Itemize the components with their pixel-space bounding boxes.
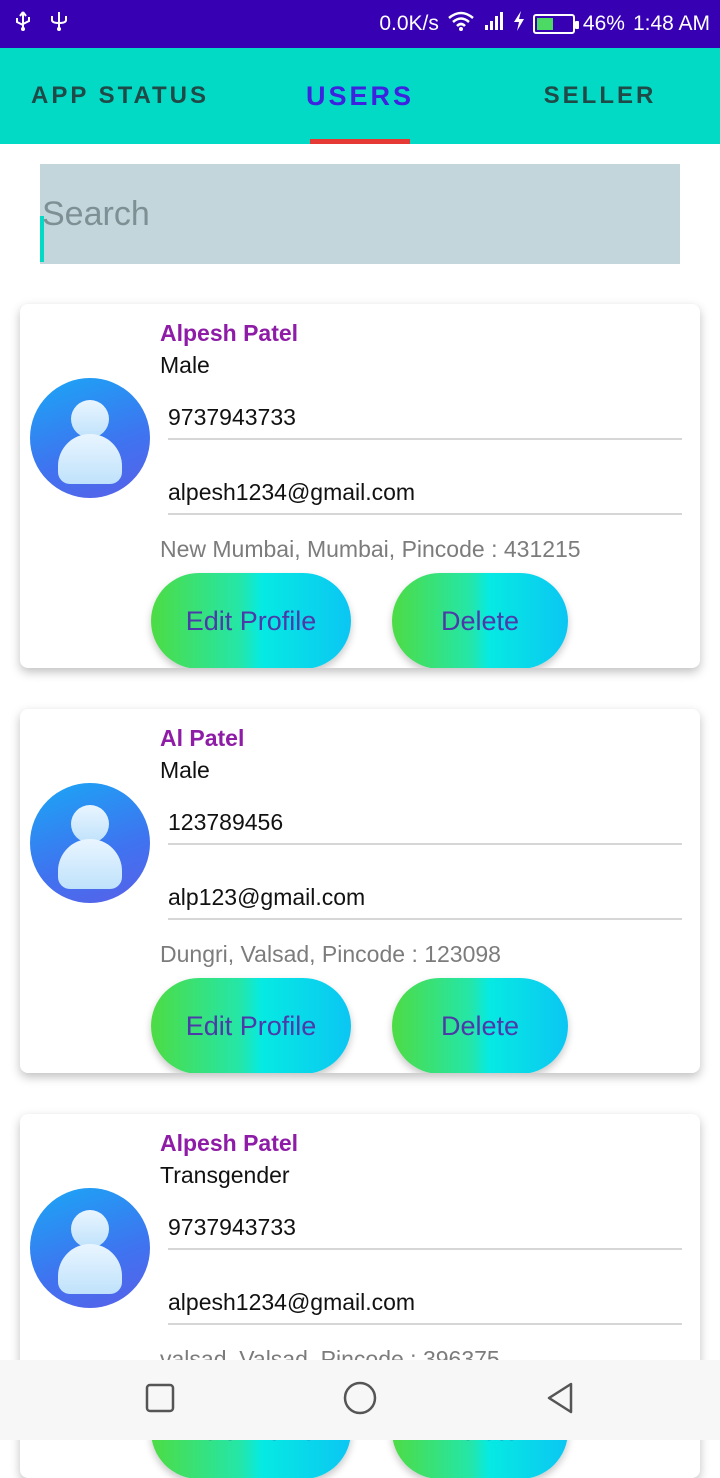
edit-profile-button[interactable]: Edit Profile — [151, 573, 351, 668]
delete-button[interactable]: Delete — [392, 978, 568, 1073]
email-field[interactable]: alp123@gmail.com — [168, 880, 682, 920]
status-bar: 0.0K/s 46% 1:48 AM — [0, 0, 720, 48]
user-gender: Transgender — [160, 1162, 290, 1188]
battery-level — [536, 18, 553, 30]
user-card: Alpesh Patel Male 9737943733 alpesh1234@… — [20, 304, 700, 668]
search-box[interactable] — [40, 164, 680, 264]
phone-field[interactable]: 9737943733 — [168, 1210, 682, 1250]
battery-percent: 46% — [582, 12, 625, 35]
net-speed: 0.0K/s — [379, 12, 439, 35]
back-button[interactable] — [520, 1360, 600, 1440]
avatar-icon — [30, 783, 150, 903]
system-nav-bar — [0, 1360, 720, 1440]
circle-icon — [342, 1380, 378, 1421]
tab-app-status[interactable]: APP STATUS — [0, 48, 240, 144]
recents-button[interactable] — [120, 1360, 200, 1440]
edit-profile-button[interactable]: Edit Profile — [151, 978, 351, 1073]
tab-seller[interactable]: SELLER — [480, 48, 720, 144]
tab-bar: APP STATUS USERS SELLER — [0, 48, 720, 144]
clock: 1:48 AM — [632, 12, 710, 35]
square-icon — [145, 1383, 175, 1418]
wifi-icon — [447, 10, 475, 38]
email-field[interactable]: alpesh1234@gmail.com — [168, 475, 682, 515]
avatar-icon — [30, 378, 150, 498]
home-button[interactable] — [320, 1360, 400, 1440]
avatar-icon — [30, 1188, 150, 1308]
signal-icon — [483, 10, 505, 38]
user-name: Alpesh Patel — [160, 320, 299, 346]
status-left-icons — [12, 10, 70, 38]
delete-button[interactable]: Delete — [392, 573, 568, 668]
text-cursor — [40, 216, 44, 262]
active-tab-indicator — [310, 139, 410, 144]
user-name: Al Patel — [160, 725, 245, 751]
status-right-icons: 0.0K/s 46% 1:48 AM — [379, 10, 710, 38]
charging-icon — [513, 10, 525, 38]
phone-field[interactable]: 123789456 — [168, 805, 682, 845]
usb-icon — [48, 10, 70, 38]
user-gender: Male — [160, 757, 210, 783]
email-field[interactable]: alpesh1234@gmail.com — [168, 1285, 682, 1325]
triangle-back-icon — [545, 1382, 575, 1419]
user-address: New Mumbai, Mumbai, Pincode : 431215 — [160, 536, 581, 562]
user-address: Dungri, Valsad, Pincode : 123098 — [160, 941, 501, 967]
user-name: Alpesh Patel — [160, 1130, 299, 1156]
tab-users[interactable]: USERS — [240, 48, 480, 144]
phone-field[interactable]: 9737943733 — [168, 400, 682, 440]
usb-icon — [12, 10, 34, 38]
user-gender: Male — [160, 352, 210, 378]
user-card: Al Patel Male 123789456 alp123@gmail.com… — [20, 709, 700, 1073]
battery-icon — [532, 14, 579, 34]
search-input[interactable] — [40, 164, 680, 264]
